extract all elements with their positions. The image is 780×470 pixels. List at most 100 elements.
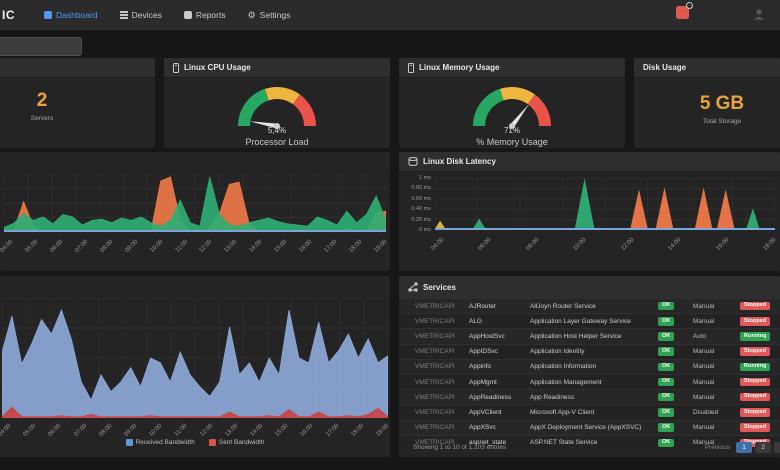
service-row[interactable]: VMETRICAPI AJRouter AllJoyn Router Service…	[399, 298, 780, 314]
nav-item-settings[interactable]: ⚙ Settings	[248, 10, 291, 20]
services-title: Services	[423, 282, 456, 292]
service-startup-type: Manual	[693, 317, 715, 325]
pagination-page-1[interactable]: 1	[736, 442, 752, 453]
nav-item-reports[interactable]: Reports	[183, 10, 226, 20]
nav-item-label: Settings	[259, 10, 291, 20]
cpu-panel-title: Linux CPU Usage	[184, 63, 251, 72]
service-health-badge: OK	[658, 347, 675, 356]
service-health-badge: OK	[658, 362, 675, 372]
x-axis-label: 12:00	[620, 237, 635, 252]
dashboard-icon	[44, 11, 52, 19]
service-host: VMETRICAPI	[415, 378, 455, 386]
x-axis-label: 13:00	[223, 239, 239, 254]
legend-item[interactable]: Sent Bandwidth	[208, 439, 264, 446]
x-axis-label: 15:00	[273, 239, 289, 254]
disk-latency-panel: Linux Disk Latency 1 ms 0.80 ms 0.60 ms 0.4…	[399, 152, 780, 271]
services-panel-header: Services	[399, 276, 780, 299]
service-startup-type: Manual	[693, 363, 715, 371]
filter-dropdown[interactable]	[0, 37, 82, 56]
y-axis-label: 1 ms	[419, 175, 431, 181]
x-axis-label: 19:00	[373, 239, 389, 254]
x-axis-label: 09:00	[124, 239, 139, 254]
x-axis-label: 04:00	[0, 239, 15, 254]
reports-icon	[183, 11, 192, 19]
services-pagination: Previous 123	[705, 442, 780, 453]
cpu-panel-header: Linux CPU Usage	[164, 58, 390, 78]
disk-icon	[408, 157, 418, 166]
nav-item-label: Reports	[195, 10, 226, 20]
service-description: Microsoft App-V Client	[530, 408, 595, 416]
legend-item[interactable]: Received Bandwidth	[125, 439, 195, 446]
x-axis-label: 07:00	[74, 239, 90, 254]
service-row[interactable]: VMETRICAPI AppVClient Microsoft App-V Clie…	[399, 404, 780, 420]
service-row[interactable]: VMETRICAPI AppXSvc AppX Deployment Service…	[399, 419, 780, 435]
service-row[interactable]: VMETRICAPI AppMgmt Application Management O…	[399, 373, 780, 390]
x-axis-label: 05:00	[24, 239, 40, 254]
x-axis-label: 16:00	[298, 239, 314, 254]
service-startup-type: Manual	[693, 348, 715, 356]
servers-count: 2	[36, 90, 48, 111]
x-axis-label: 12:00	[198, 239, 214, 254]
server-icon	[173, 62, 179, 73]
service-row[interactable]: VMETRICAPI Appinfo Application Information…	[399, 358, 780, 374]
pagination-page-3[interactable]: 3	[774, 442, 780, 453]
x-axis-label: 14:00	[248, 239, 264, 254]
service-description: App Readiness	[530, 393, 575, 401]
y-axis-label: 0.40 ms	[411, 206, 431, 213]
nav-item-label: Dashboard	[56, 10, 98, 20]
memory-icon	[408, 62, 414, 73]
nav-item-dashboard[interactable]: Dashboard	[44, 10, 98, 20]
notification-badge[interactable]	[676, 2, 693, 19]
servers-panel: 2 Servers	[0, 58, 155, 148]
service-row[interactable]: VMETRICAPI AppReadiness App Readiness OK Man…	[399, 389, 780, 405]
disk-latency-x-axis: 04:00 06:00 08:00 10:00 12:00 14:00 16:00 18:00	[430, 234, 777, 258]
service-state-badge: Stopped	[740, 377, 770, 387]
user-icon[interactable]	[752, 7, 766, 26]
x-axis-label: 08:00	[99, 239, 114, 254]
service-health-badge: OK	[658, 438, 675, 448]
service-state-badge: Stopped	[740, 392, 770, 402]
x-axis-label: 06:00	[477, 237, 493, 252]
x-axis-label: 18:00	[762, 237, 778, 252]
service-description: Application Host Helper Service	[530, 332, 622, 340]
service-row[interactable]: VMETRICAPI AppIDSvc Application Identity OK…	[399, 343, 780, 359]
notification-count-bubble	[686, 2, 693, 9]
service-name: AppHostSvc	[469, 332, 505, 340]
services-table: VMETRICAPI AJRouter AllJoyn Router Service…	[399, 298, 780, 450]
disk-latency-title: Linux Disk Latency	[423, 157, 496, 166]
x-axis-label: 14:00	[667, 237, 683, 252]
service-state-badge: Stopped	[740, 317, 770, 326]
service-health-badge: OK	[658, 423, 675, 432]
service-name: AppMgmt	[469, 378, 497, 386]
disk-usage-panel-header: Disk Usage	[634, 58, 780, 78]
y-axis-label: 0 ms	[419, 227, 431, 233]
cpu-panel: Linux CPU Usage 5,4% Processor Load	[164, 58, 390, 148]
pagination-previous[interactable]: Previous	[705, 444, 730, 451]
memory-caption: % Memory Usage	[476, 137, 548, 147]
service-host: VMETRICAPI	[415, 317, 455, 325]
network-chart	[3, 173, 387, 237]
settings-icon: ⚙	[247, 9, 256, 20]
service-health-badge: OK	[658, 317, 675, 326]
y-axis-label: 0.60 ms	[411, 195, 431, 202]
service-name: AJRouter	[469, 302, 497, 310]
service-host: VMETRICAPI	[415, 408, 455, 416]
service-host: VMETRICAPI	[415, 348, 455, 356]
service-host: VMETRICAPI	[415, 332, 455, 340]
service-health-badge: OK	[658, 301, 675, 311]
service-startup-type: Auto	[693, 332, 707, 340]
bandwidth-legend: Received Bandwidth Sent Bandwidth	[0, 439, 390, 446]
service-row[interactable]: VMETRICAPI ALG Application Layer Gateway S…	[399, 313, 780, 329]
x-axis-label: 06:00	[49, 239, 65, 254]
nav-item-devices[interactable]: Devices	[119, 10, 162, 20]
top-navbar: IC Dashboard Devices Reports ⚙ Settings	[0, 0, 780, 31]
service-health-badge: OK	[658, 377, 675, 387]
service-startup-type: Manual	[693, 424, 715, 432]
services-footer-text: Showing 1 to 10 of 1,103 entries	[413, 444, 507, 451]
pagination-page-2[interactable]: 2	[755, 442, 771, 453]
service-host: VMETRICAPI	[415, 363, 455, 371]
nav-menu: Dashboard Devices Reports ⚙ Settings	[44, 0, 290, 30]
service-description: Application Identity	[530, 348, 585, 356]
services-panel: Services VMETRICAPI AJRouter AllJoyn Route…	[399, 276, 780, 457]
service-row[interactable]: VMETRICAPI AppHostSvc Application Host Hel…	[399, 328, 780, 344]
